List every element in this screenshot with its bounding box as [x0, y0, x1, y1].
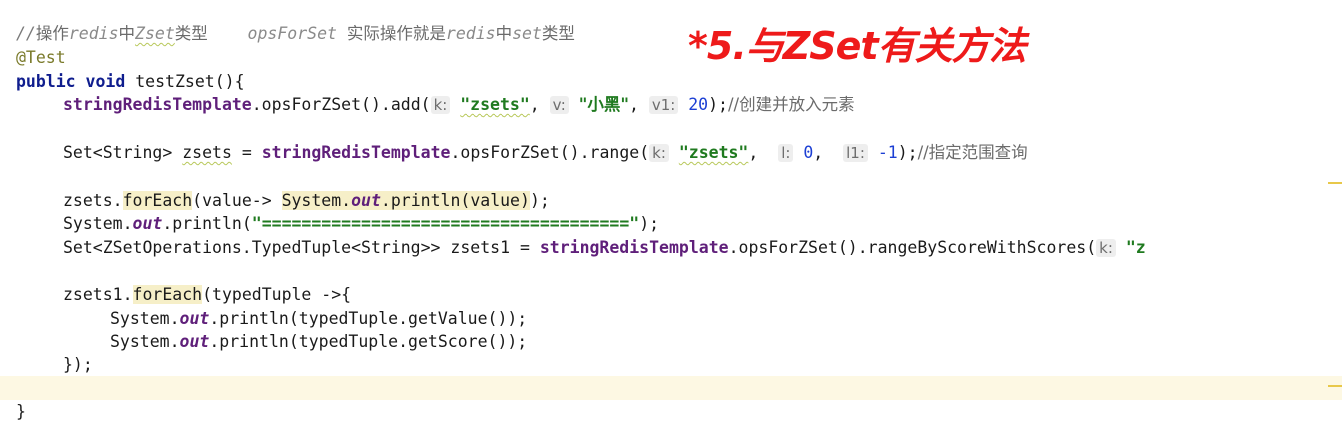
code-token: .println(value) [380, 191, 530, 210]
code-token: System. [63, 214, 133, 233]
comment-text: 实际操作就是 [346, 24, 446, 43]
code-editor[interactable]: //操作redis中Zset类型 opsForSet 实际操作就是redis中s… [0, 0, 1342, 421]
keyword: public [16, 72, 76, 91]
code-line-foreach[interactable]: zsets1.forEach(typedTuple ->{ [63, 284, 351, 306]
param-hint: v1: [648, 96, 679, 114]
code-token: (value-> [192, 191, 282, 210]
static-field: out [132, 214, 163, 233]
comment-code: Zset [135, 24, 175, 43]
scroll-marker[interactable] [1328, 182, 1342, 184]
comment-text: 操作 [35, 24, 69, 43]
method-signature: testZset(){ [135, 72, 245, 91]
code-token: zsets1. [63, 285, 133, 304]
method-call: .opsForZSet().add( [251, 95, 431, 114]
comment-code: opsForSet [247, 24, 337, 43]
code-token: ); [529, 191, 550, 210]
param-hint: k: [649, 144, 669, 162]
code-token: .println( [162, 214, 252, 233]
inline-comment: //创建并放入元素 [727, 95, 855, 114]
code-token: ); [639, 214, 660, 233]
field-ref: stringRedisTemplate [63, 95, 252, 114]
code-token: System. [281, 191, 352, 210]
code-line-range[interactable]: Set<String> zsets = stringRedisTemplate.… [63, 142, 1028, 164]
comment-slash: // [16, 24, 36, 43]
field-ref: stringRedisTemplate [261, 143, 451, 162]
code-token: System. [110, 332, 180, 351]
current-line-highlight [0, 376, 1342, 400]
param-hint: k: [1096, 239, 1116, 257]
code-line-typed-tuple[interactable]: Set<ZSetOperations.TypedTuple<String>> z… [63, 237, 1146, 259]
comment-code: redis [68, 24, 119, 43]
overlay-title: *5.与ZSet有关方法 [688, 24, 1027, 68]
variable: zsets [182, 143, 232, 162]
param-hint: l: [778, 144, 794, 162]
code-token: .println(typedTuple.getValue()); [209, 309, 528, 328]
comment-text: 中 [118, 24, 136, 43]
inline-comment: //指定范围查询 [917, 143, 1028, 162]
param-hint: l1: [843, 144, 868, 162]
param-hint: v: [549, 96, 569, 114]
method-call: .opsForZSet().range( [450, 143, 650, 162]
code-line-foreach[interactable]: zsets.forEach(value-> System.out.println… [63, 190, 550, 212]
number-literal: 20 [688, 95, 709, 114]
static-field: out [179, 309, 210, 328]
string-literal: "zsets" [460, 95, 530, 114]
param-hint: k: [430, 96, 451, 114]
separator: , [748, 143, 759, 162]
code-line-println[interactable]: System.out.println(typedTuple.getValue()… [110, 308, 527, 330]
number-literal: 0 [803, 143, 814, 162]
comment-code: set [512, 24, 542, 43]
operator: = [231, 143, 262, 162]
lambda-body: System.out.println(value) [281, 191, 530, 210]
method-highlight: forEach [122, 191, 193, 210]
code-line-comment[interactable]: //操作redis中Zset类型 opsForSet 实际操作就是redis中s… [16, 23, 575, 45]
code-token: zsets. [63, 191, 123, 210]
number-literal: -1 [877, 143, 898, 162]
code-line-println[interactable]: System.out.println("====================… [63, 213, 659, 235]
string-literal: "z [1125, 238, 1146, 257]
code-line-close-method[interactable]: } [16, 401, 26, 423]
method-call: .opsForZSet().rangeByScoreWithScores( [728, 238, 1097, 257]
code-line-method-decl[interactable]: public void testZset(){ [16, 71, 245, 93]
comment-code: redis [445, 24, 496, 43]
comment-text: 类型 [541, 24, 575, 43]
code-line-println[interactable]: System.out.println(typedTuple.getScore()… [110, 331, 527, 353]
keyword: void [85, 72, 126, 91]
code-token: System. [110, 309, 180, 328]
code-line-add[interactable]: stringRedisTemplate.opsForZSet().add(k: … [63, 94, 855, 116]
statement-end: ); [897, 143, 918, 162]
comment-text: 类型 [174, 24, 208, 43]
scroll-marker[interactable] [1328, 385, 1342, 387]
field-ref: stringRedisTemplate [539, 238, 729, 257]
separator: , [529, 95, 540, 114]
method-highlight: forEach [132, 285, 203, 304]
code-token: Set<ZSetOperations.TypedTuple<String>> z… [63, 238, 540, 257]
string-literal: "=====================================" [251, 214, 640, 233]
string-literal: "zsets" [678, 143, 749, 162]
statement-end: ); [708, 95, 728, 114]
separator: , [628, 95, 639, 114]
comment-text: 中 [495, 24, 513, 43]
static-field: out [179, 332, 210, 351]
string-literal: "小黑" [578, 95, 629, 114]
code-token: .println(typedTuple.getScore()); [209, 332, 528, 351]
static-field: out [351, 191, 381, 210]
code-token: (typedTuple ->{ [202, 285, 352, 304]
type-decl: Set<String> [63, 143, 183, 162]
code-line-close-lambda[interactable]: }); [63, 354, 93, 376]
separator: , [813, 143, 824, 162]
code-line-annotation[interactable]: @Test [16, 47, 66, 69]
